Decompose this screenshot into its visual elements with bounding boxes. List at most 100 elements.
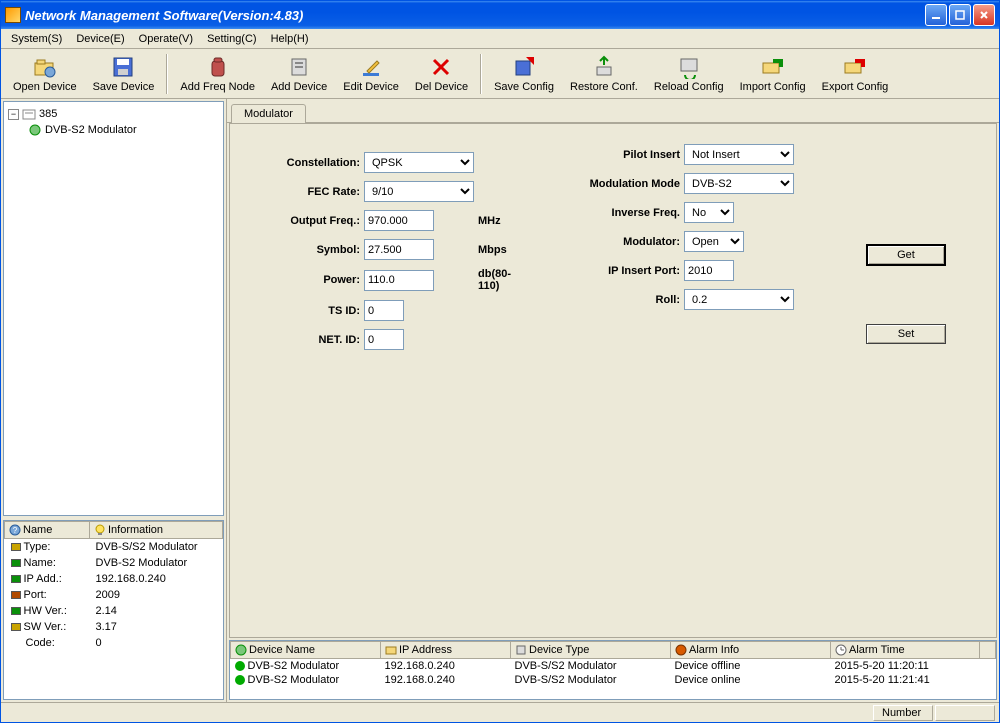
status-dot-icon: [11, 575, 21, 583]
open-device-button[interactable]: Open Device: [7, 53, 83, 95]
status-dot-icon: [11, 591, 21, 599]
menu-device[interactable]: Device(E): [70, 31, 130, 47]
app-icon: [5, 7, 21, 23]
online-dot-icon: [235, 675, 245, 685]
device-row[interactable]: DVB-S2 Modulator192.168.0.240DVB-S/S2 Mo…: [231, 659, 996, 674]
window-title: Network Management Software(Version:4.83…: [25, 8, 925, 23]
status-number-value: [935, 705, 995, 721]
info-header-name[interactable]: ?Name: [5, 522, 90, 539]
menu-system[interactable]: System(S): [5, 31, 68, 47]
symbol-unit: Mbps: [478, 244, 528, 256]
save-config-icon: [512, 55, 536, 79]
outfreq-unit: MHz: [478, 215, 528, 227]
toolbar-separator: [480, 54, 482, 94]
constellation-select[interactable]: QPSK: [364, 152, 474, 173]
toolbar: Open Device Save Device Add Freq Node Ad…: [1, 49, 999, 99]
device-list[interactable]: Device Name IP Address Device Type Alarm…: [229, 640, 997, 700]
folder-gear-icon: [33, 55, 57, 79]
netid-input[interactable]: [364, 329, 404, 350]
info-header-info[interactable]: Information: [90, 522, 223, 539]
restore-config-button[interactable]: Restore Conf.: [564, 53, 644, 95]
info-row: SW Ver.:3.17: [5, 619, 223, 635]
col-ip[interactable]: IP Address: [381, 642, 511, 659]
titlebar: Network Management Software(Version:4.83…: [1, 1, 999, 29]
power-label: Power:: [260, 274, 360, 286]
invfreq-label: Inverse Freq.: [560, 207, 680, 219]
symbol-input[interactable]: [364, 239, 434, 260]
roll-select[interactable]: 0.2: [684, 289, 794, 310]
tab-modulator[interactable]: Modulator: [231, 104, 306, 123]
bulb-icon: [94, 524, 106, 536]
info-row: Port:2009: [5, 587, 223, 603]
reload-icon: [677, 55, 701, 79]
tsid-label: TS ID:: [260, 305, 360, 317]
outfreq-input[interactable]: [364, 210, 434, 231]
modmode-select[interactable]: DVB-S2: [684, 173, 794, 194]
ipport-input[interactable]: [684, 260, 734, 281]
device-tree[interactable]: − 385 DVB-S2 Modulator: [3, 101, 224, 516]
col-time[interactable]: Alarm Time: [831, 642, 980, 659]
status-dot-icon: [11, 559, 21, 567]
constellation-label: Constellation:: [260, 157, 360, 169]
menu-operate[interactable]: Operate(V): [133, 31, 199, 47]
modulator-form: Constellation: QPSK FEC Rate: 9/10 Outpu…: [229, 123, 997, 638]
netid-label: NET. ID:: [260, 334, 360, 346]
maximize-button[interactable]: [949, 4, 971, 26]
tree-child-label: DVB-S2 Modulator: [45, 124, 137, 136]
fec-select[interactable]: 9/10: [364, 181, 474, 202]
floppy-icon: [111, 55, 135, 79]
modmode-label: Modulation Mode: [560, 178, 680, 190]
collapse-icon[interactable]: −: [8, 109, 19, 120]
del-device-button[interactable]: Del Device: [409, 53, 474, 95]
content-area: − 385 DVB-S2 Modulator ?Name Information…: [1, 99, 999, 702]
reload-config-button[interactable]: Reload Config: [648, 53, 730, 95]
power-input[interactable]: [364, 270, 434, 291]
status-number-label: Number: [873, 705, 933, 721]
edit-device-button[interactable]: Edit Device: [337, 53, 405, 95]
save-device-button[interactable]: Save Device: [87, 53, 161, 95]
tree-root-label: 385: [39, 108, 57, 120]
close-button[interactable]: [973, 4, 995, 26]
info-row: HW Ver.:2.14: [5, 603, 223, 619]
tabbar: Modulator: [227, 99, 999, 123]
import-config-button[interactable]: Import Config: [734, 53, 812, 95]
status-dot-icon: [11, 543, 21, 551]
power-unit: db(80-110): [478, 268, 528, 292]
globe-icon: [235, 644, 247, 656]
fec-label: FEC Rate:: [260, 186, 360, 198]
invfreq-select[interactable]: No: [684, 202, 734, 223]
menu-setting[interactable]: Setting(C): [201, 31, 263, 47]
add-freq-node-button[interactable]: Add Freq Node: [174, 53, 261, 95]
device-row[interactable]: DVB-S2 Modulator192.168.0.240DVB-S/S2 Mo…: [231, 673, 996, 687]
modulator-select[interactable]: Open: [684, 231, 744, 252]
ipport-label: IP Insert Port:: [560, 265, 680, 277]
menubar: System(S) Device(E) Operate(V) Setting(C…: [1, 29, 999, 49]
save-config-button[interactable]: Save Config: [488, 53, 560, 95]
col-alarm[interactable]: Alarm Info: [671, 642, 831, 659]
node-icon: [22, 107, 36, 121]
menu-help[interactable]: Help(H): [265, 31, 315, 47]
status-dot-icon: [11, 607, 21, 615]
export-icon: [843, 55, 867, 79]
col-type[interactable]: Device Type: [511, 642, 671, 659]
modulator-label: Modulator:: [560, 236, 680, 248]
device-icon: [287, 55, 311, 79]
export-config-button[interactable]: Export Config: [816, 53, 895, 95]
info-row: Name:DVB-S2 Modulator: [5, 555, 223, 571]
left-panel: − 385 DVB-S2 Modulator ?Name Information…: [1, 99, 227, 702]
add-device-button[interactable]: Add Device: [265, 53, 333, 95]
set-button[interactable]: Set: [866, 324, 946, 344]
online-dot-icon: [235, 661, 245, 671]
info-row: IP Add.:192.168.0.240: [5, 571, 223, 587]
tree-root[interactable]: − 385: [8, 106, 219, 122]
tree-child[interactable]: DVB-S2 Modulator: [8, 122, 219, 138]
col-device-name[interactable]: Device Name: [231, 642, 381, 659]
get-button[interactable]: Get: [866, 244, 946, 266]
minimize-button[interactable]: [925, 4, 947, 26]
pilot-select[interactable]: Not Insert: [684, 144, 794, 165]
symbol-label: Symbol:: [260, 244, 360, 256]
tsid-input[interactable]: [364, 300, 404, 321]
delete-x-icon: [429, 55, 453, 79]
info-panel: ?Name Information Type:DVB-S/S2 Modulato…: [3, 520, 224, 700]
info-row: Type:DVB-S/S2 Modulator: [5, 539, 223, 556]
